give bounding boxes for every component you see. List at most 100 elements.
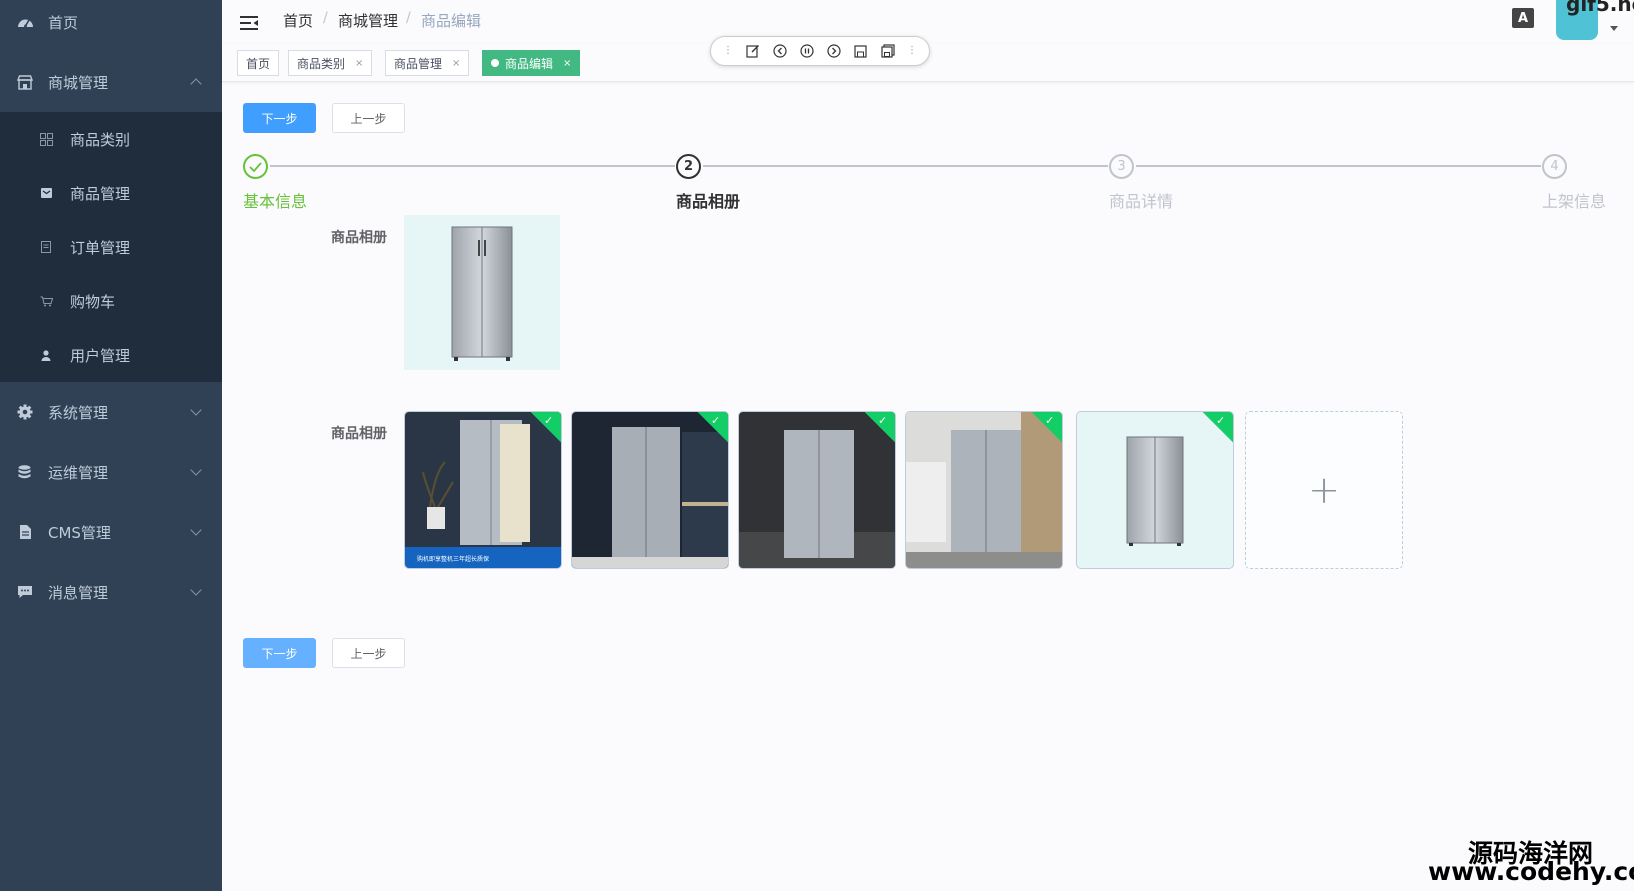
hamburger-icon[interactable] (240, 15, 258, 31)
step-2-icon: 2 (676, 154, 701, 179)
active-dot-icon (491, 59, 499, 67)
step-connector (1136, 165, 1541, 167)
check-icon: ✓ (1216, 414, 1226, 427)
step-4-icon: 4 (1542, 154, 1567, 179)
floating-toolbar: ⋮ ⋮ (710, 36, 930, 66)
sidebar-item-cart[interactable]: 购物车 (0, 274, 222, 328)
cart-icon (39, 294, 53, 308)
main-image-label: 商品相册 (331, 230, 387, 246)
breadcrumb-home[interactable]: 首页 (283, 10, 313, 31)
step-1-check-icon (243, 154, 268, 179)
sidebar: 首页 商城管理 商品类别 商品管理 订单管理 购物车 用户管理 系统管理 运维管… (0, 0, 222, 891)
sidebar-item-message[interactable]: 消息管理 (0, 562, 222, 622)
tag-label: 商品管理 (394, 56, 443, 71)
plus-icon: + (1308, 468, 1340, 512)
sidebar-item-category[interactable]: 商品类别 (0, 112, 222, 166)
next-step-button[interactable]: 下一步 (243, 103, 316, 133)
close-icon[interactable]: × (452, 58, 460, 69)
check-icon: ✓ (711, 414, 721, 427)
navbar: 首页 / 商城管理 / 商品编辑 A (222, 0, 1634, 44)
sidebar-item-user[interactable]: 用户管理 (0, 328, 222, 382)
breadcrumb-current: 商品编辑 (421, 12, 482, 30)
sidebar-item-label: 订单管理 (70, 238, 131, 257)
sidebar-item-label: 系统管理 (48, 403, 109, 422)
step-connector (270, 165, 675, 167)
next-icon[interactable] (826, 44, 841, 59)
breadcrumb-separator: / (406, 10, 411, 26)
database-icon (16, 463, 34, 481)
watermark-top: gif5.ne (1566, 0, 1634, 16)
sidebar-item-order[interactable]: 订单管理 (0, 220, 222, 274)
watermark-url: www.codehy.com (1428, 857, 1634, 886)
step-connector (703, 165, 1108, 167)
tag-label: 商品类别 (297, 56, 346, 71)
sidebar-item-label: 商品类别 (70, 130, 131, 149)
sidebar-item-home[interactable]: 首页 (0, 0, 222, 52)
sidebar-item-label: 商城管理 (48, 73, 109, 92)
previous-icon[interactable] (772, 44, 787, 59)
gallery-banner-text: 购机即享整机三年超长质保 (417, 555, 489, 563)
sidebar-item-label: 购物车 (70, 292, 116, 311)
gallery-label: 商品相册 (331, 426, 387, 442)
box-icon (39, 186, 53, 200)
tag-home[interactable]: 首页 (237, 50, 280, 76)
breadcrumb-separator: / (323, 10, 328, 26)
sidebar-item-label: CMS管理 (48, 523, 111, 542)
gallery-image-1[interactable]: 购机即享整机三年超长质保 ✓ (404, 411, 562, 569)
save-as-icon[interactable] (880, 44, 895, 59)
sidebar-item-ops[interactable]: 运维管理 (0, 442, 222, 502)
edit-icon[interactable] (745, 44, 760, 59)
save-icon[interactable] (853, 44, 868, 59)
check-icon: ✓ (1045, 414, 1055, 427)
grid-icon (39, 132, 53, 146)
list-icon (39, 240, 53, 254)
step-4-title: 上架信息 (1542, 192, 1607, 211)
sidebar-item-shop[interactable]: 商城管理 (0, 52, 222, 112)
shop-icon (16, 73, 34, 91)
step-3-title: 商品详情 (1109, 192, 1174, 211)
shop-submenu: 商品类别 商品管理 订单管理 购物车 用户管理 (0, 112, 222, 382)
sidebar-item-system[interactable]: 系统管理 (0, 382, 222, 442)
close-icon[interactable]: × (355, 58, 363, 69)
step-1-title: 基本信息 (243, 192, 308, 211)
step-3-icon: 3 (1109, 154, 1134, 179)
pause-icon[interactable] (799, 44, 814, 59)
tag-label: 商品编辑 (505, 56, 554, 71)
sidebar-item-product[interactable]: 商品管理 (0, 166, 222, 220)
main-product-image[interactable] (404, 215, 560, 370)
tag-product-edit[interactable]: 商品编辑 × (482, 50, 581, 76)
dashboard-icon (16, 13, 34, 31)
tag-label: 首页 (246, 56, 271, 71)
prev-step-button[interactable]: 上一步 (332, 103, 405, 133)
chevron-down-icon (190, 584, 202, 596)
gallery-image-4[interactable]: ✓ (905, 411, 1063, 569)
drag-handle-icon[interactable]: ⋮ (723, 46, 733, 56)
prev-step-button-bottom[interactable]: 上一步 (332, 638, 405, 668)
language-icon[interactable]: A (1512, 8, 1534, 28)
breadcrumb-shop[interactable]: 商城管理 (338, 10, 398, 31)
sidebar-item-label: 运维管理 (48, 463, 109, 482)
next-step-button-bottom[interactable]: 下一步 (243, 638, 316, 668)
caret-down-icon[interactable] (1610, 26, 1618, 31)
tag-category[interactable]: 商品类别 × (288, 50, 373, 76)
tag-product[interactable]: 商品管理 × (385, 50, 470, 76)
chevron-down-icon (190, 404, 202, 416)
check-icon: ✓ (544, 414, 554, 427)
gallery-image-3[interactable]: ✓ (738, 411, 896, 569)
chevron-down-icon (190, 464, 202, 476)
sidebar-item-label: 首页 (48, 13, 79, 32)
check-icon: ✓ (878, 414, 888, 427)
gear-icon (16, 403, 34, 421)
drag-handle-icon[interactable]: ⋮ (907, 46, 917, 56)
gallery-image-5[interactable]: ✓ (1076, 411, 1234, 569)
chevron-down-icon (190, 524, 202, 536)
sidebar-item-cms[interactable]: CMS管理 (0, 502, 222, 562)
user-icon (39, 348, 53, 362)
message-icon (16, 583, 34, 601)
upload-button[interactable]: + (1245, 411, 1403, 569)
close-icon[interactable]: × (563, 58, 571, 69)
gallery-image-2[interactable]: ✓ (571, 411, 729, 569)
sidebar-item-label: 消息管理 (48, 583, 109, 602)
sidebar-item-label: 用户管理 (70, 346, 131, 365)
sidebar-item-label: 商品管理 (70, 184, 131, 203)
